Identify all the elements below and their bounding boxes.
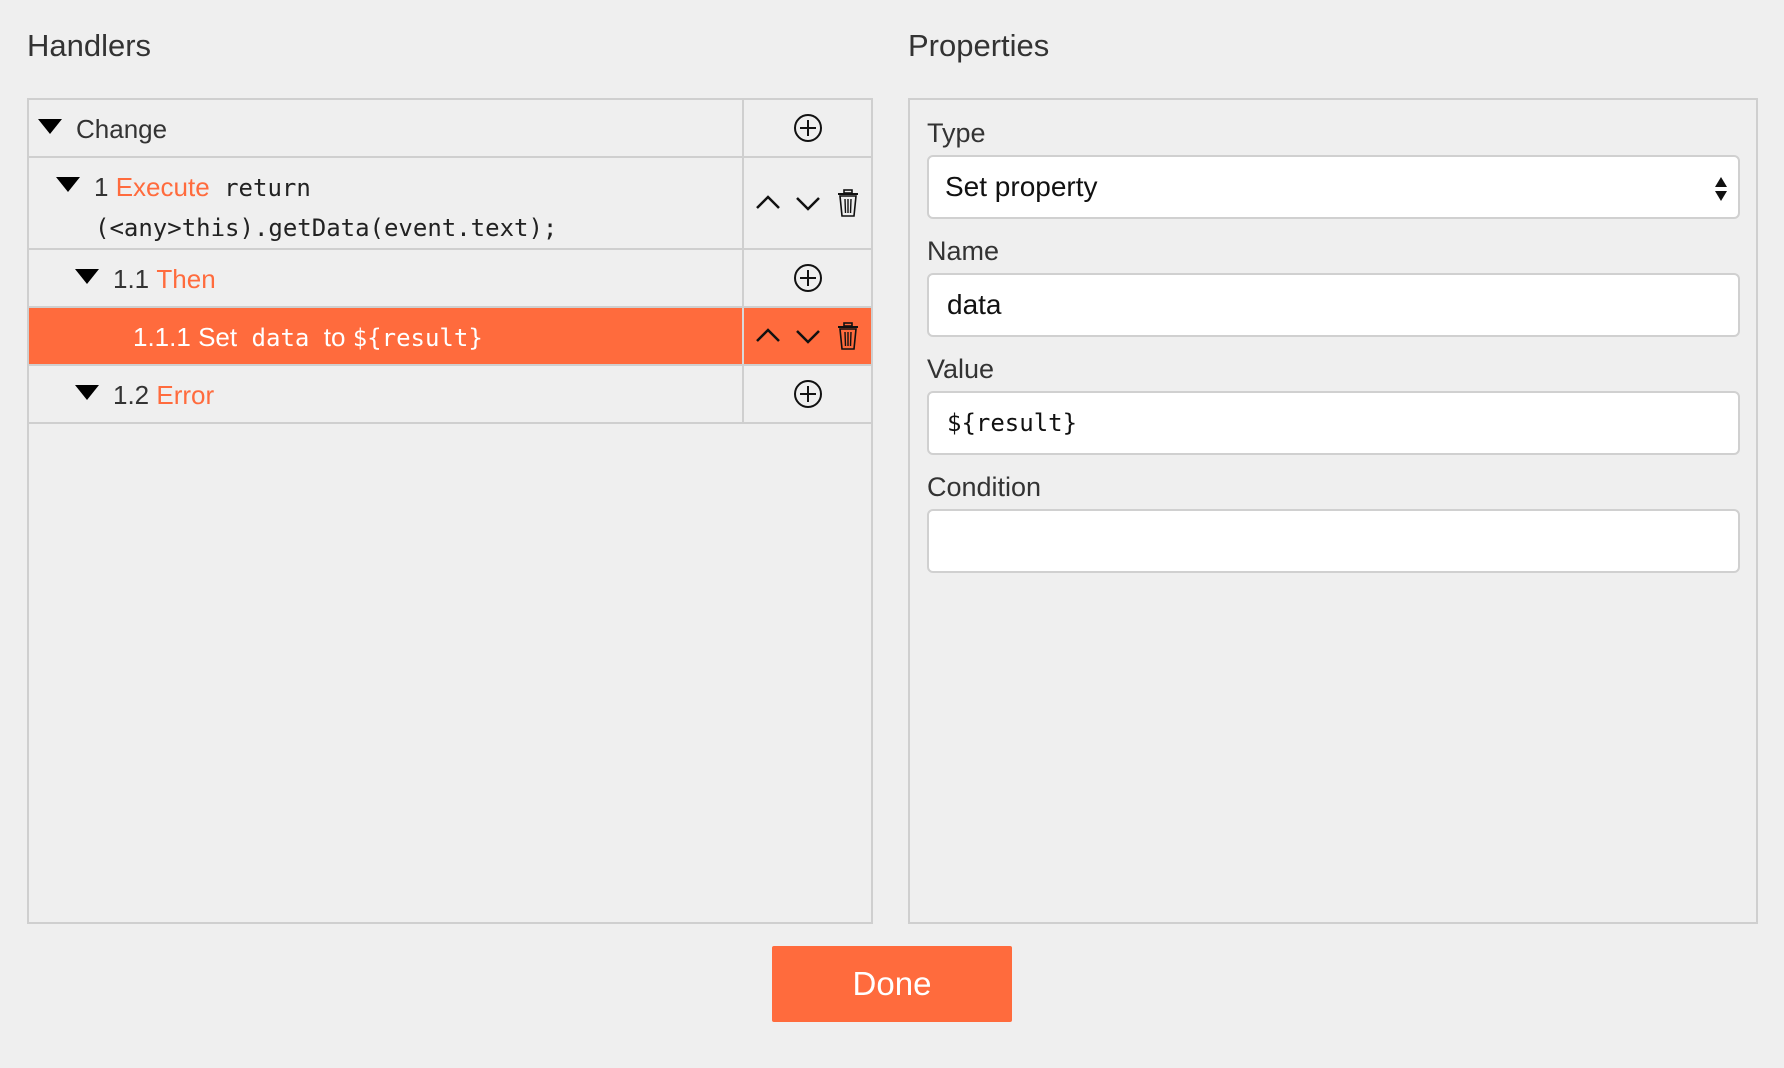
branch-keyword: Error xyxy=(156,380,215,410)
row-number: 1 xyxy=(94,172,109,202)
triangle-down-icon[interactable] xyxy=(38,119,62,134)
row-number: 1.1 xyxy=(113,264,150,294)
triangle-down-icon[interactable] xyxy=(75,269,99,284)
name-input[interactable] xyxy=(945,288,1722,322)
handler-row-execute[interactable]: 1 Execute return (<any>this).getData(eve… xyxy=(29,158,871,250)
name-label: Name xyxy=(927,236,1000,266)
condition-label: Condition xyxy=(927,472,1042,502)
value-input[interactable] xyxy=(945,408,1722,438)
chevron-down-icon[interactable] xyxy=(793,188,823,218)
row-number: 1.1.1 xyxy=(133,322,191,352)
handler-row-set-selected[interactable]: 1.1.1 Set data to ${result} xyxy=(29,308,871,366)
handlers-tree: Change 1 Execute return (<any>this).getD… xyxy=(27,98,873,924)
property-name: data xyxy=(251,324,310,352)
action-keyword: Set xyxy=(198,322,238,352)
condition-input[interactable] xyxy=(945,524,1722,558)
select-arrows-icon xyxy=(1715,177,1727,201)
handler-row-error[interactable]: 1.2 Error xyxy=(29,366,871,424)
chevron-down-icon[interactable] xyxy=(793,321,823,351)
chevron-up-icon[interactable] xyxy=(753,188,783,218)
type-select-value: Set property xyxy=(945,171,1098,202)
properties-title: Properties xyxy=(908,28,1050,63)
code-line-2: (<any>this).getData(event.text); xyxy=(95,214,558,242)
branch-keyword: Then xyxy=(156,264,216,294)
trash-icon[interactable] xyxy=(833,188,863,218)
action-keyword: Execute xyxy=(115,172,210,202)
triangle-down-icon[interactable] xyxy=(56,177,80,192)
property-value: ${result} xyxy=(352,324,483,352)
type-select[interactable]: Set property xyxy=(927,155,1740,219)
handler-label: Change xyxy=(76,114,168,144)
triangle-down-icon[interactable] xyxy=(75,385,99,400)
add-plus-circle-icon[interactable] xyxy=(793,113,823,143)
chevron-up-icon[interactable] xyxy=(753,321,783,351)
done-button[interactable]: Done xyxy=(772,946,1012,1022)
properties-panel: Type Set property Name Value Condition xyxy=(908,98,1758,924)
handler-row-change[interactable]: Change xyxy=(29,100,871,158)
add-plus-circle-icon[interactable] xyxy=(793,263,823,293)
value-field-box xyxy=(927,391,1740,455)
name-field-box xyxy=(927,273,1740,337)
value-label: Value xyxy=(927,354,995,384)
add-plus-circle-icon[interactable] xyxy=(793,379,823,409)
handlers-title: Handlers xyxy=(27,28,152,63)
handler-row-then[interactable]: 1.1 Then xyxy=(29,250,871,308)
condition-field-box xyxy=(927,509,1740,573)
connector-word: to xyxy=(323,322,346,352)
trash-icon[interactable] xyxy=(833,321,863,351)
type-label: Type xyxy=(927,118,986,148)
row-number: 1.2 xyxy=(113,380,150,410)
code-line-1: return xyxy=(224,174,311,202)
